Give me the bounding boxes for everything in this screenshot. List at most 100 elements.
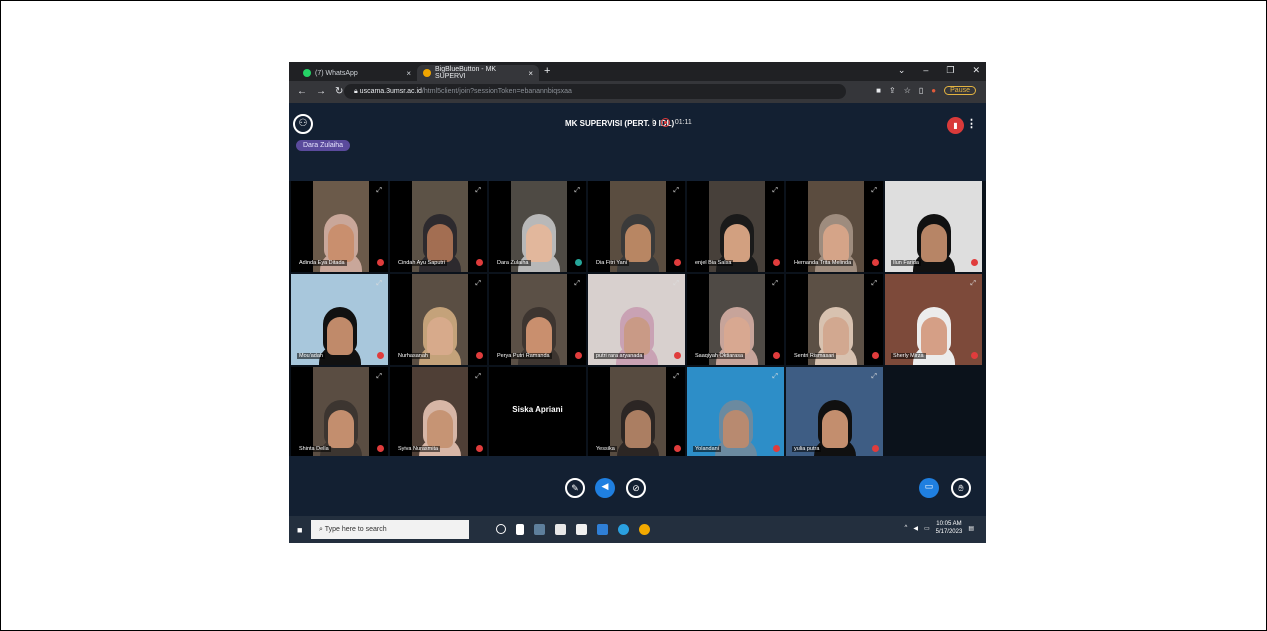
tab-search-icon[interactable]: ⌄ [898, 65, 906, 76]
video-tile[interactable]: ⤢ Yolandani [687, 367, 784, 458]
sidepanel-icon[interactable]: ▯ [919, 86, 923, 95]
back-icon[interactable]: ← [297, 86, 307, 97]
network-icon[interactable]: ▭ [924, 525, 930, 532]
video-tile[interactable]: ⤢ Dia Fitri Yani [588, 181, 685, 272]
video-tile[interactable]: ⤢ Dara Zulaiha [489, 181, 586, 272]
video-tile[interactable]: ⤢ Perya Putri Ramanda [489, 274, 586, 365]
fullscreen-icon[interactable]: ⤢ [970, 280, 976, 288]
audio-icon[interactable]: ◀︎ [595, 478, 615, 498]
recording-indicator[interactable]: | 01:11 [652, 118, 692, 127]
fullscreen-icon[interactable]: ⤢ [376, 373, 382, 381]
mic-off-icon[interactable]: ✎ [565, 478, 585, 498]
video-tile[interactable]: ⤢ Adinda Eya Ditada [291, 181, 388, 272]
camera-feed [291, 274, 388, 365]
fullscreen-icon[interactable]: ⤢ [376, 187, 382, 195]
video-tile[interactable]: ⤢ Sherly Mirza [885, 274, 982, 365]
volume-icon[interactable]: ◀︎ [913, 525, 918, 532]
fullscreen-icon[interactable]: ⤢ [772, 373, 778, 381]
fullscreen-icon[interactable]: ⤢ [871, 187, 877, 195]
widgets-icon[interactable] [534, 524, 545, 535]
screen-share-icon[interactable]: ▭ [919, 478, 939, 498]
video-tile[interactable]: ⤢ Cindah Ayu Saputri [390, 181, 487, 272]
share-icon[interactable]: ⇪ [889, 86, 896, 95]
participant-face [427, 317, 453, 355]
video-tile[interactable]: ⤢ Sentri Rismasari [786, 274, 883, 365]
fullscreen-icon[interactable]: ⤢ [574, 280, 580, 288]
video-tile[interactable]: ⤢ Hernanda Trita Melinda [786, 181, 883, 272]
connection-status-icon[interactable]: ▮ [947, 117, 964, 134]
fullscreen-icon[interactable]: ⤢ [376, 280, 382, 288]
windows-start-icon[interactable]: ■ [297, 525, 302, 535]
taskbar-clock[interactable]: 10:05 AM 5/17/2023 [936, 520, 963, 536]
maximize-icon[interactable]: ❐ [946, 65, 954, 76]
mic-muted-icon [872, 445, 879, 452]
mic-muted-icon [674, 445, 681, 452]
close-tab-icon[interactable]: × [528, 69, 533, 78]
video-tile[interactable]: ⤢ yulia putra [786, 367, 883, 458]
close-tab-icon[interactable]: × [406, 69, 411, 78]
new-tab-button[interactable]: + [544, 65, 550, 77]
browser-tab-strip: (7) WhatsApp × BigBlueButton - MK SUPERV… [289, 62, 986, 81]
file-explorer-icon[interactable] [597, 524, 608, 535]
store-icon[interactable] [576, 524, 587, 535]
video-tile[interactable]: ⤢ enjel Bia Salsa [687, 181, 784, 272]
camera-permission-icon[interactable]: ■ [876, 86, 881, 95]
fullscreen-icon[interactable]: ⤢ [673, 373, 679, 381]
user-list-toggle-icon[interactable]: ⚇ [293, 114, 313, 134]
task-view-icon[interactable] [516, 524, 524, 535]
action-bar: ✎ ◀︎ ⊘ ▭ ✋︎ [289, 456, 986, 516]
window-controls: ⌄ – ❐ ✕ [898, 65, 980, 76]
video-tile[interactable]: ⤢ Ilun Farida [885, 181, 982, 272]
camera-feed [412, 181, 468, 272]
fullscreen-icon[interactable]: ⤢ [574, 187, 580, 195]
edge-icon[interactable] [618, 524, 629, 535]
fullscreen-icon[interactable]: ⤢ [475, 373, 481, 381]
fullscreen-icon[interactable]: ⤢ [970, 187, 976, 195]
participant-name: Mou'adah [297, 353, 325, 359]
video-tile[interactable]: ⤢ Saaqiyah Oktiarasa [687, 274, 784, 365]
pause-button[interactable]: Pause [944, 86, 976, 95]
notifications-icon[interactable]: ▤ [968, 525, 974, 532]
show-hidden-icon[interactable]: ^ [905, 525, 908, 531]
participant-face [427, 224, 453, 262]
mail-icon[interactable] [555, 524, 566, 535]
raise-hand-icon[interactable]: ✋︎ [951, 478, 971, 498]
cortana-icon[interactable] [496, 524, 506, 534]
fullscreen-icon[interactable]: ⤢ [772, 280, 778, 288]
reload-icon[interactable]: ↻ [335, 86, 343, 97]
participant-name: enjel Bia Salsa [693, 260, 734, 266]
minimize-icon[interactable]: – [923, 65, 928, 76]
options-menu-icon[interactable]: ⋮ [966, 117, 977, 130]
mic-muted-icon [773, 259, 780, 266]
fullscreen-icon[interactable]: ⤢ [673, 187, 679, 195]
toolbar-extras: ■ ⇪ ☆ ▯ ● Pause [876, 86, 976, 95]
camera-off-icon[interactable]: ⊘ [626, 478, 646, 498]
fullscreen-icon[interactable]: ⤢ [772, 187, 778, 195]
close-window-icon[interactable]: ✕ [972, 65, 980, 76]
fullscreen-icon[interactable]: ⤢ [871, 280, 877, 288]
tab-bigbluebutton[interactable]: BigBlueButton - MK SUPERVI × [417, 65, 539, 81]
url-bar[interactable]: 🔒︎ uscama.3umsr.ac.id/html5client/join?s… [344, 84, 846, 99]
camera-feed [313, 181, 369, 272]
video-tile[interactable]: ⤢ putri rara aryanada [588, 274, 685, 365]
participant-name: Dia Fitri Yani [594, 260, 629, 266]
video-tile[interactable]: ⤢ Nurhasanah [390, 274, 487, 365]
video-tile[interactable]: ⤢ Syiva Nurasmita [390, 367, 487, 458]
profile-avatar[interactable]: ● [931, 86, 936, 95]
camera-feed [885, 274, 982, 365]
fullscreen-icon[interactable]: ⤢ [673, 280, 679, 288]
fullscreen-icon[interactable]: ⤢ [871, 373, 877, 381]
fullscreen-icon[interactable]: ⤢ [475, 187, 481, 195]
participant-name: Sentri Rismasari [792, 353, 837, 359]
participant-face [724, 317, 750, 355]
video-tile[interactable]: Siska Apriani [489, 367, 586, 458]
chrome-icon[interactable] [639, 524, 650, 535]
video-tile[interactable]: ⤢ Shinta Della [291, 367, 388, 458]
video-tile[interactable]: ⤢ Yessika [588, 367, 685, 458]
forward-icon[interactable]: → [316, 86, 326, 97]
bookmark-star-icon[interactable]: ☆ [904, 86, 911, 95]
video-tile[interactable]: ⤢ Mou'adah [291, 274, 388, 365]
taskbar-search[interactable]: ⌕ Type here to search [311, 520, 469, 539]
fullscreen-icon[interactable]: ⤢ [475, 280, 481, 288]
tab-whatsapp[interactable]: (7) WhatsApp × [297, 65, 417, 81]
